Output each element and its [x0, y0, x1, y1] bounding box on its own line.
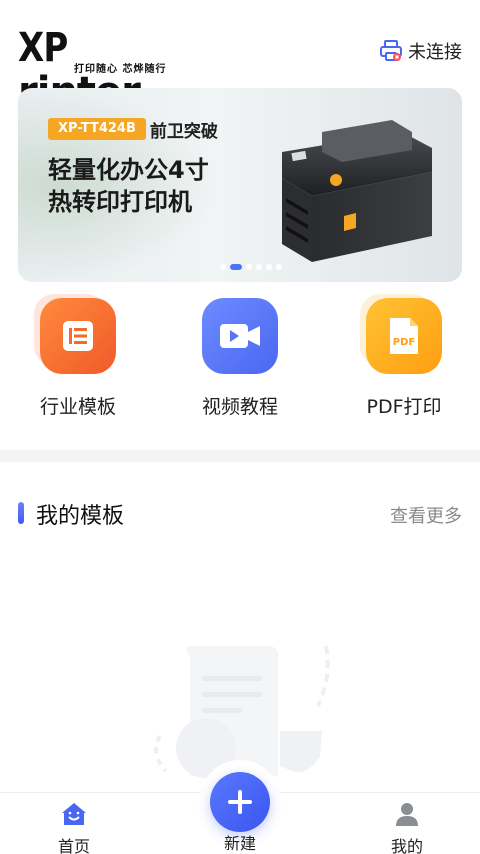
video-tutorials-button[interactable]: 视频教程 [170, 298, 310, 419]
pdf-print-label: PDF打印 [366, 396, 442, 418]
carousel-indicator [220, 264, 282, 270]
pdf-file-icon: PDF [366, 298, 442, 374]
connection-status-button[interactable]: 未连接 [380, 38, 462, 64]
home-icon [62, 803, 86, 825]
video-camera-icon [202, 298, 278, 374]
industry-templates-button[interactable]: 行业模板 [8, 298, 148, 419]
pdf-print-button[interactable]: PDF PDF打印 [334, 298, 474, 419]
connection-status-label: 未连接 [408, 42, 462, 63]
user-icon [396, 803, 418, 826]
carousel-dot[interactable] [220, 264, 226, 270]
video-tutorials-label: 视频教程 [201, 396, 278, 418]
carousel-dot[interactable] [246, 264, 252, 270]
pdf-icon-text: PDF [393, 337, 415, 348]
banner-tag: 前卫突破 [149, 121, 218, 142]
label-printer-image [282, 120, 432, 262]
carousel-dot[interactable] [256, 264, 262, 270]
banner-headline-2: 热转印打印机 [48, 188, 192, 216]
banner-badge: XP-TT424B 前卫突破 [48, 118, 218, 142]
plus-icon [228, 790, 252, 814]
nav-mine-label: 我的 [390, 837, 423, 854]
industry-templates-label: 行业模板 [39, 396, 116, 418]
logo-tagline: 打印随心 芯烨随行 [74, 64, 167, 75]
quick-actions: 行业模板 视频教程 PDF PDF打印 [0, 298, 480, 428]
banner-model: XP-TT424B [48, 118, 146, 140]
new-button[interactable] [210, 772, 270, 832]
banner-headline-1: 轻量化办公4寸 [48, 156, 209, 184]
logo-xp: XP [18, 25, 68, 71]
nav-home-label: 首页 [57, 837, 90, 854]
nav-mine-tab[interactable]: 我的 [367, 801, 447, 854]
carousel-dot[interactable] [276, 264, 282, 270]
section-divider [0, 450, 480, 462]
promo-banner[interactable]: XP-TT424B 前卫突破 轻量化办公4寸 热转印打印机 [18, 88, 462, 282]
template-doc-icon [40, 298, 116, 374]
section-accent-bar [18, 502, 24, 524]
carousel-dot-active[interactable] [230, 264, 242, 270]
carousel-dot[interactable] [266, 264, 272, 270]
printer-disconnected-icon [380, 40, 402, 62]
new-button-label: 新建 [223, 834, 256, 853]
nav-home-tab[interactable]: 首页 [34, 801, 114, 854]
view-more-link[interactable]: 查看更多 [390, 502, 462, 528]
xprinter-logo: XPrinter 打印随心 芯烨随行 [18, 25, 198, 114]
app-header: XPrinter 打印随心 芯烨随行 未连接 [0, 0, 480, 114]
my-templates-title: 我的模板 [36, 504, 125, 529]
my-templates-header: 我的模板 查看更多 [18, 496, 462, 530]
